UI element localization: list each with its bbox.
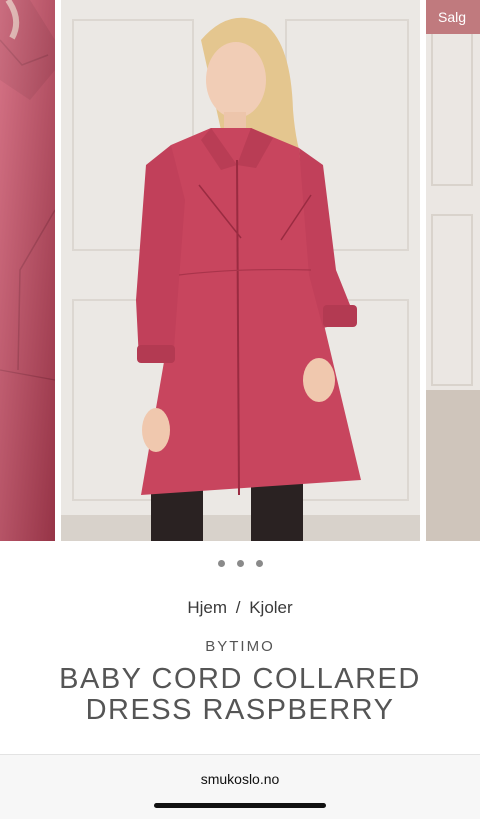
breadcrumb-separator: / bbox=[235, 598, 241, 617]
breadcrumb-link-home[interactable]: Hjem bbox=[185, 598, 229, 617]
product-image-carousel[interactable]: Salg bbox=[0, 0, 480, 541]
carousel-slide-main[interactable] bbox=[61, 0, 420, 541]
browser-address-bar[interactable]: smukoslo.no bbox=[0, 754, 480, 819]
breadcrumb-link-category[interactable]: Kjoler bbox=[247, 598, 294, 617]
product-brand[interactable]: BYTIMO bbox=[0, 638, 480, 655]
product-title: BABY CORD COLLARED DRESS RASPBERRY bbox=[59, 663, 421, 726]
home-indicator[interactable] bbox=[154, 803, 326, 808]
carousel-pagination bbox=[0, 560, 480, 567]
breadcrumb: Hjem / Kjoler bbox=[0, 598, 480, 618]
carousel-dot[interactable] bbox=[255, 560, 263, 567]
carousel-dot[interactable] bbox=[217, 560, 225, 567]
carousel-dot[interactable] bbox=[236, 560, 244, 567]
model-dress-image bbox=[61, 0, 420, 541]
dress-closeup-image bbox=[0, 0, 55, 541]
url-text[interactable]: smukoslo.no bbox=[0, 771, 480, 787]
carousel-slide-next[interactable]: Salg bbox=[426, 0, 480, 541]
carousel-slide-previous[interactable] bbox=[0, 0, 55, 541]
sale-badge: Salg bbox=[426, 0, 480, 34]
room-image bbox=[426, 0, 480, 541]
